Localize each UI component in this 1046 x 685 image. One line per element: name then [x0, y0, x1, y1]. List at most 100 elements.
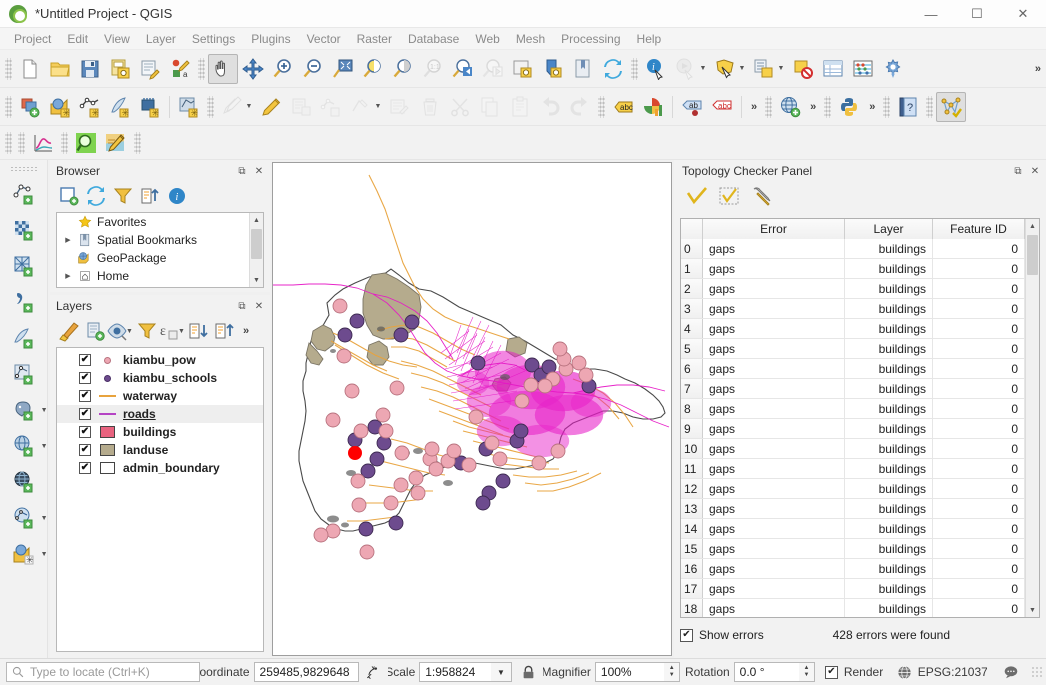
- new-map-view-icon[interactable]: [508, 54, 538, 84]
- locator-bar[interactable]: Type to locate (Ctrl+K): [6, 662, 201, 682]
- toolbar-grip-attributes[interactable]: [631, 57, 638, 80]
- menu-vector[interactable]: Vector: [299, 30, 349, 48]
- diagram-toolbar-icon[interactable]: [638, 92, 668, 122]
- table-row[interactable]: 5 gaps buildings 0: [681, 339, 1039, 359]
- vertex-tool-icon[interactable]: [346, 92, 376, 122]
- table-row[interactable]: 8 gaps buildings 0: [681, 399, 1039, 419]
- browser-close-button[interactable]: ✕: [252, 164, 266, 178]
- new-3d-map-view-icon[interactable]: [538, 54, 568, 84]
- maximize-button[interactable]: ☐: [954, 0, 1000, 28]
- menu-settings[interactable]: Settings: [184, 30, 243, 48]
- new-shapefile-layer-icon[interactable]: ✳: [75, 92, 105, 122]
- data-plotly-icon[interactable]: [28, 128, 58, 158]
- manage-map-themes-icon[interactable]: ▼: [106, 319, 134, 343]
- modify-attributes-icon[interactable]: [385, 92, 415, 122]
- menu-processing[interactable]: Processing: [553, 30, 628, 48]
- menu-layer[interactable]: Layer: [138, 30, 184, 48]
- new-virtual-layer-icon[interactable]: ✳: [174, 92, 204, 122]
- zoom-to-selection-icon[interactable]: [358, 54, 388, 84]
- web-toolbar-icon[interactable]: [775, 92, 805, 122]
- table-row[interactable]: 10 gaps buildings 0: [681, 439, 1039, 459]
- current-edits-icon[interactable]: [217, 92, 247, 122]
- style-manager-icon[interactable]: a: [165, 54, 195, 84]
- add-group-icon[interactable]: [82, 319, 108, 343]
- browser-item-geopackage[interactable]: GeoPackage: [57, 249, 263, 267]
- browser-item-favorites[interactable]: Favorites: [57, 213, 263, 231]
- layer-visibility-checkbox[interactable]: ✔: [79, 462, 91, 474]
- new-gpx-layer-icon[interactable]: ✳: [135, 92, 165, 122]
- topology-scroll-up-button[interactable]: ▲: [1026, 219, 1039, 233]
- select-features-icon[interactable]: [710, 54, 740, 84]
- table-row[interactable]: 15 gaps buildings 0: [681, 539, 1039, 559]
- paste-features-icon[interactable]: [505, 92, 535, 122]
- menu-database[interactable]: Database: [400, 30, 467, 48]
- layer-visibility-checkbox[interactable]: ✔: [79, 408, 91, 420]
- web-toolbar-overflow[interactable]: »: [805, 101, 821, 113]
- browser-tree[interactable]: Favorites ▶ Spatial Bookmarks GeoPackage…: [56, 212, 264, 288]
- save-project-as-icon[interactable]: [105, 54, 135, 84]
- redo-icon[interactable]: [565, 92, 595, 122]
- table-row[interactable]: 6 gaps buildings 0: [681, 359, 1039, 379]
- add-mesh-layer-icon[interactable]: [7, 249, 41, 283]
- field-calculator-icon[interactable]: [848, 54, 878, 84]
- browser-item-home[interactable]: ▶ Home: [57, 267, 263, 285]
- label-toolbar-icon[interactable]: abc: [608, 92, 638, 122]
- layer-visibility-checkbox[interactable]: ✔: [79, 372, 91, 384]
- open-layer-styling-icon[interactable]: [56, 319, 82, 343]
- layers-toolbar-overflow[interactable]: »: [238, 325, 254, 337]
- open-project-icon[interactable]: [45, 54, 75, 84]
- table-row[interactable]: 13 gaps buildings 0: [681, 499, 1039, 519]
- identify-features-icon[interactable]: i: [641, 54, 671, 84]
- add-gpkg-layer-icon[interactable]: ✳ ▼: [7, 537, 48, 571]
- add-postgis-layer-icon[interactable]: ▼: [7, 393, 48, 427]
- zoom-native-icon[interactable]: 1:1: [418, 54, 448, 84]
- topology-float-button[interactable]: ⧉: [1011, 164, 1025, 178]
- menu-raster[interactable]: Raster: [349, 30, 400, 48]
- new-project-icon[interactable]: [15, 54, 45, 84]
- layers-list[interactable]: ✔ kiambu_pow ✔ kiambu_schools ✔ waterway…: [56, 347, 264, 652]
- layers-close-button[interactable]: ✕: [252, 299, 266, 313]
- cut-features-icon[interactable]: [445, 92, 475, 122]
- add-vector-tile-layer-icon[interactable]: [7, 357, 41, 391]
- add-vector-layer-icon[interactable]: [7, 177, 41, 211]
- browser-item-spatial-bookmarks[interactable]: ▶ Spatial Bookmarks: [57, 231, 263, 249]
- add-wfs-layer-icon[interactable]: [7, 465, 41, 499]
- toolbar-grip-python[interactable]: [824, 95, 832, 118]
- project-properties-icon[interactable]: [135, 54, 165, 84]
- toolbar-grip-help[interactable]: [883, 95, 891, 118]
- pan-map-icon[interactable]: [208, 53, 238, 84]
- wms-dropdown[interactable]: ▼: [41, 443, 48, 450]
- render-checkbox[interactable]: ✔: [824, 665, 838, 679]
- topology-table-scrollbar[interactable]: ▲ ▼: [1025, 219, 1039, 617]
- menu-view[interactable]: View: [96, 30, 138, 48]
- lock-icon[interactable]: [522, 665, 535, 680]
- add-layer-icon[interactable]: [15, 92, 45, 122]
- layer-row-admin-boundary[interactable]: ✔ admin_boundary: [57, 459, 263, 477]
- refresh-icon[interactable]: [598, 54, 628, 84]
- layer-visibility-checkbox[interactable]: ✔: [79, 444, 91, 456]
- add-raster-layer-icon[interactable]: [7, 213, 41, 247]
- zoom-in-icon[interactable]: [268, 54, 298, 84]
- menu-web[interactable]: Web: [467, 30, 507, 48]
- zoom-to-layer-icon[interactable]: [388, 54, 418, 84]
- layer-row-buildings[interactable]: ✔ buildings: [57, 423, 263, 441]
- column-header-error[interactable]: Error: [703, 219, 845, 239]
- toggle-extents-icon[interactable]: [365, 664, 382, 681]
- layer-row-kiambu-pow[interactable]: ✔ kiambu_pow: [57, 351, 263, 369]
- table-row[interactable]: 11 gaps buildings 0: [681, 459, 1039, 479]
- home-expander[interactable]: ▶: [61, 272, 75, 280]
- table-row[interactable]: 9 gaps buildings 0: [681, 419, 1039, 439]
- menu-plugins[interactable]: Plugins: [243, 30, 298, 48]
- add-selected-layers-icon[interactable]: [56, 184, 82, 208]
- topology-close-button[interactable]: ✕: [1028, 164, 1042, 178]
- new-spatialite-layer-icon[interactable]: ✳: [105, 92, 135, 122]
- python-console-icon[interactable]: [834, 92, 864, 122]
- select-by-expression-icon[interactable]: [749, 54, 779, 84]
- table-row[interactable]: 3 gaps buildings 0: [681, 299, 1039, 319]
- rotation-field[interactable]: 0.0 °: [733, 662, 800, 682]
- browser-scroll-thumb[interactable]: [251, 229, 262, 259]
- copy-features-icon[interactable]: [475, 92, 505, 122]
- menu-project[interactable]: Project: [6, 30, 59, 48]
- save-project-icon[interactable]: [75, 54, 105, 84]
- layer-visibility-checkbox[interactable]: ✔: [79, 426, 91, 438]
